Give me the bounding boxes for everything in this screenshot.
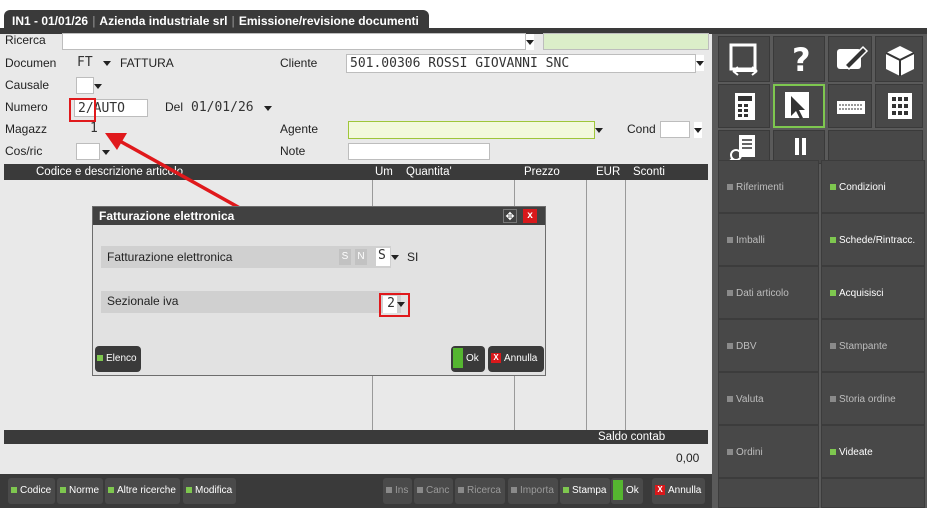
ok-indicator-icon [453, 348, 463, 369]
fatturazione-label: Fatturazione elettronica [107, 250, 233, 264]
dialog-annulla-button[interactable]: X Annulla [488, 346, 544, 372]
close-icon: X [491, 353, 501, 364]
dialog-title: Fatturazione elettronica [99, 209, 235, 223]
elenco-button[interactable]: Elenco [95, 346, 141, 372]
status-square-icon [97, 355, 103, 362]
option-s-chip[interactable]: S [339, 249, 351, 265]
dialog-title-bar: Fatturazione elettronica [93, 207, 545, 225]
dialog-ok-label: Ok [466, 353, 479, 364]
sezionale-dropdown[interactable] [397, 296, 405, 312]
sezionale-field[interactable]: 2 [383, 296, 397, 313]
chevron-down-icon [397, 302, 405, 307]
dialog-ok-button[interactable]: Ok [451, 346, 485, 372]
close-icon[interactable]: x [523, 209, 537, 223]
elenco-label: Elenco [106, 353, 137, 364]
sezionale-label: Sezionale iva [107, 294, 179, 308]
chevron-down-icon [391, 255, 399, 260]
fatturazione-dialog: Fatturazione elettronica ✥ x Fatturazion… [92, 206, 546, 376]
fatturazione-dropdown[interactable] [391, 249, 399, 265]
maximize-icon[interactable]: ✥ [503, 209, 517, 223]
fatturazione-field[interactable]: S [376, 248, 390, 266]
fatturazione-desc: SI [407, 250, 419, 264]
option-n-chip[interactable]: N [355, 249, 367, 265]
dialog-annulla-label: Annulla [504, 353, 538, 364]
